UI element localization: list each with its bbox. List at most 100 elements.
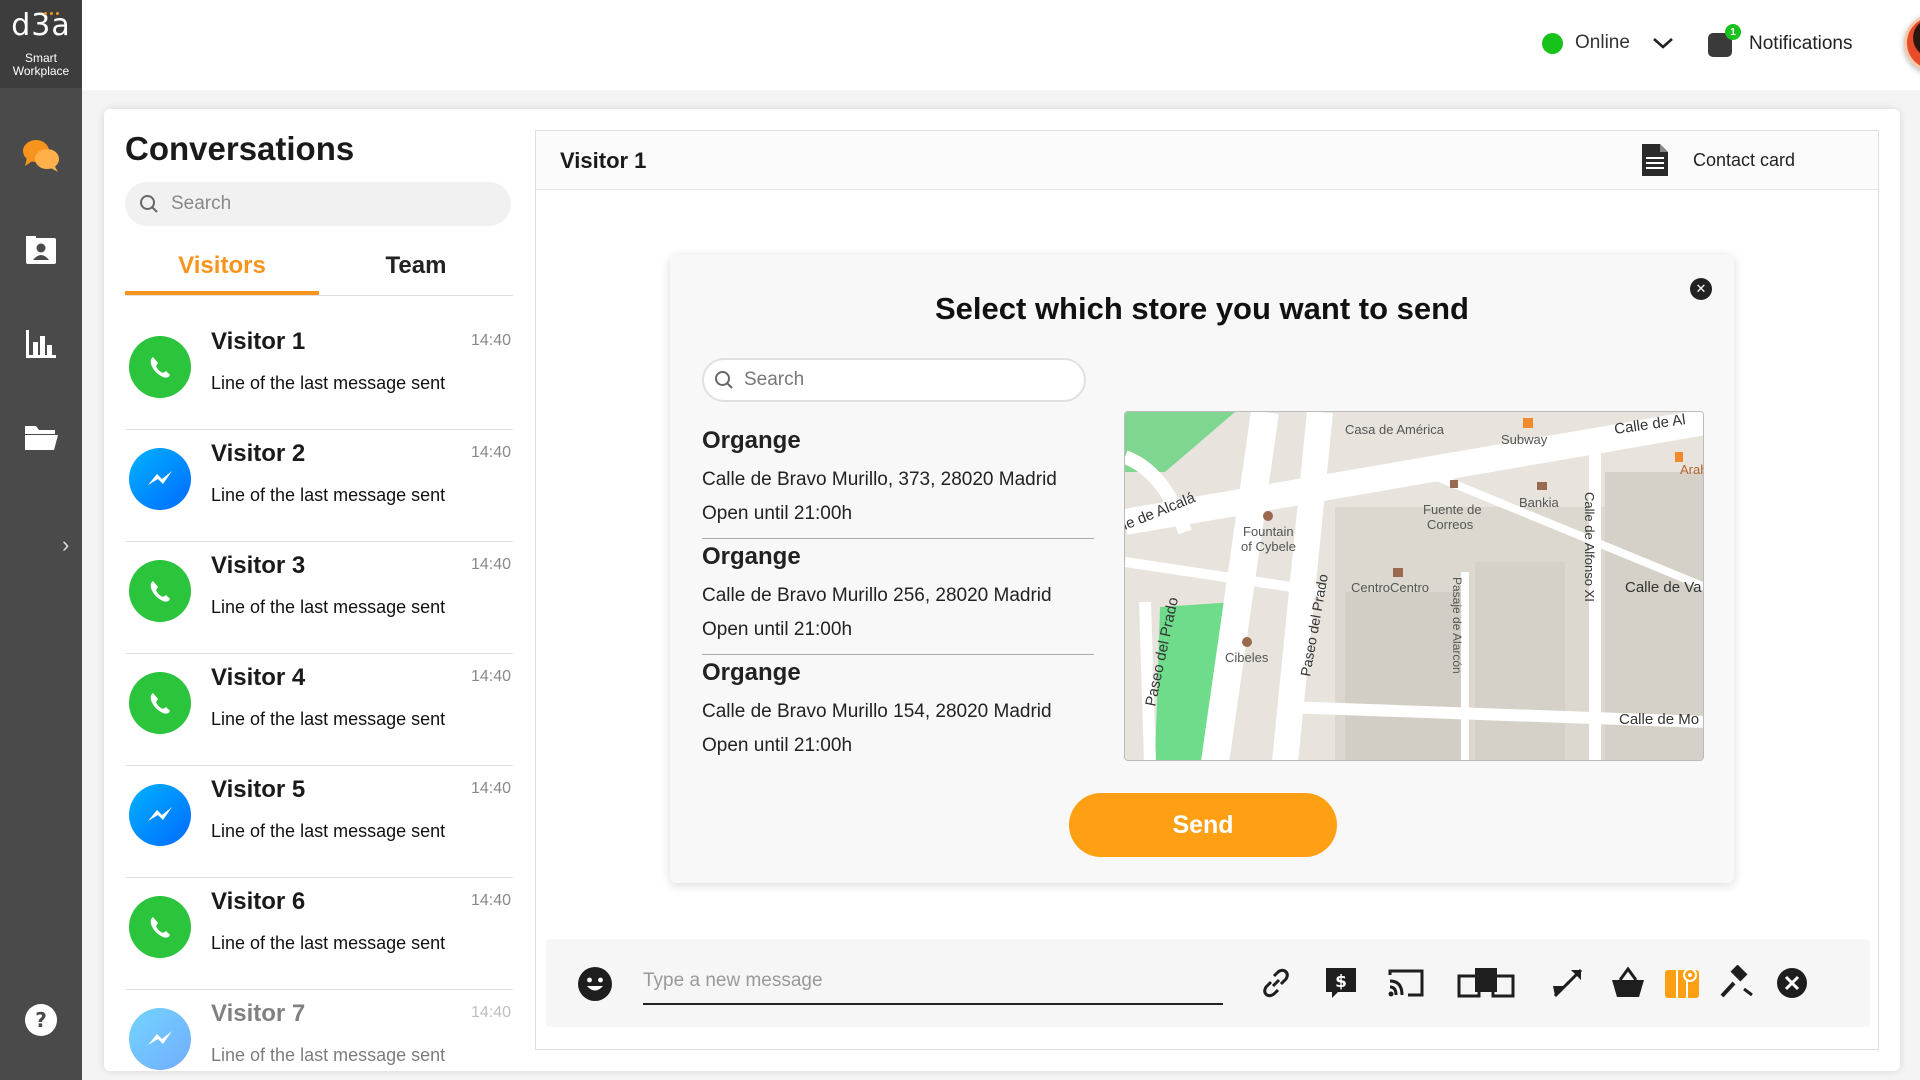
- conversation-last-message: Line of the last message sent: [211, 373, 446, 393]
- message-input[interactable]: [643, 959, 1223, 1005]
- transfer-button[interactable]: [1546, 961, 1590, 1005]
- expand-rail-chevron[interactable]: ›: [62, 532, 69, 558]
- tab-team[interactable]: Team: [319, 248, 513, 295]
- payment-request-button[interactable]: $: [1319, 961, 1363, 1005]
- conversation-time: 14:40: [470, 892, 511, 909]
- map-label: Calle de Alfonso XI: [1582, 492, 1597, 602]
- conversation-name: Visitor 6: [211, 888, 306, 915]
- store-list: Organge Calle de Bravo Murillo, 373, 280…: [702, 423, 1094, 771]
- chat-title: Visitor 1: [560, 148, 647, 173]
- contact-card-label: Contact card: [1693, 149, 1796, 170]
- map-label: CentroCentro: [1351, 580, 1429, 595]
- help-button[interactable]: ?: [22, 1001, 60, 1039]
- status-online-dot: [1542, 32, 1563, 54]
- conversation-name: Visitor 2: [211, 440, 306, 467]
- store-item[interactable]: Organge Calle de Bravo Murillo 154, 2802…: [702, 655, 1094, 771]
- basket-icon: [1612, 966, 1644, 997]
- conversation-list: Visitor 1 14:40 Line of the last message…: [125, 318, 513, 1070]
- nav-item-files[interactable]: [22, 418, 60, 456]
- store-name: Organge: [702, 659, 801, 686]
- conversation-item[interactable]: Visitor 1 14:40 Line of the last message…: [125, 318, 513, 430]
- logo-line-2: Workplace: [12, 64, 70, 78]
- conversation-item[interactable]: Visitor 4 14:40 Line of the last message…: [125, 654, 513, 766]
- logo-mark: d3a: [11, 8, 71, 43]
- auction-icon: [1720, 965, 1753, 998]
- conversation-item[interactable]: Visitor 6 14:40 Line of the last message…: [125, 878, 513, 990]
- cast-button[interactable]: [1384, 961, 1428, 1005]
- conversation-time: 14:40: [470, 780, 511, 797]
- store-address: Calle de Bravo Murillo, 373, 28020 Madri…: [702, 469, 1057, 490]
- app-logo: d3a Smart Workplace: [0, 0, 82, 88]
- send-store-button[interactable]: Send: [1069, 793, 1337, 857]
- whatsapp-icon: [129, 336, 191, 398]
- nav-item-contacts[interactable]: [22, 232, 60, 270]
- tab-visitors[interactable]: Visitors: [125, 248, 319, 295]
- screen-share-icon: [1457, 968, 1515, 998]
- conversation-name: Visitor 5: [211, 776, 306, 803]
- conversations-search-placeholder: Search: [171, 193, 232, 214]
- contact-card-button[interactable]: Contact card: [1641, 143, 1795, 177]
- whatsapp-icon: [129, 560, 191, 622]
- end-chat-icon: [1777, 968, 1807, 998]
- map-pin-icon: [1665, 968, 1699, 998]
- nav-item-statistics[interactable]: [22, 325, 60, 363]
- conversation-name: Visitor 4: [211, 664, 306, 691]
- emoji-button[interactable]: [578, 967, 612, 1001]
- store-address: Calle de Bravo Murillo 154, 28020 Madrid: [702, 701, 1052, 722]
- conversation-time: 14:40: [470, 332, 511, 349]
- search-icon: [140, 195, 158, 213]
- svg-text:?: ?: [35, 1008, 47, 1032]
- basket-button[interactable]: [1606, 961, 1650, 1005]
- map-canvas: Casa de América Subway Calle de Al Arahy…: [1125, 412, 1703, 760]
- messenger-icon: [129, 1008, 191, 1070]
- top-bar: Online 1 Notifications: [82, 0, 1920, 90]
- document-icon: [1642, 144, 1668, 176]
- store-search-placeholder: Search: [744, 369, 805, 390]
- send-location-button[interactable]: [1660, 961, 1704, 1005]
- user-avatar[interactable]: [1904, 14, 1920, 72]
- store-item[interactable]: Organge Calle de Bravo Murillo, 373, 280…: [702, 423, 1094, 539]
- store-map[interactable]: Casa de América Subway Calle de Al Arahy…: [1124, 411, 1704, 761]
- store-search-input[interactable]: Search: [702, 358, 1086, 402]
- status-selector[interactable]: Online: [1542, 32, 1674, 54]
- conversation-time: 14:40: [470, 1004, 511, 1021]
- messenger-icon: [129, 784, 191, 846]
- conversation-last-message: Line of the last message sent: [211, 597, 446, 617]
- nav-item-conversations[interactable]: [22, 137, 60, 175]
- conversation-item[interactable]: Visitor 5 14:40 Line of the last message…: [125, 766, 513, 878]
- conversation-last-message: Line of the last message sent: [211, 485, 446, 505]
- screen-share-button[interactable]: [1456, 961, 1516, 1005]
- conversation-item[interactable]: Visitor 3 14:40 Line of the last message…: [125, 542, 513, 654]
- store-hours: Open until 21:00h: [702, 735, 853, 756]
- conversation-item[interactable]: Visitor 2 14:40 Line of the last message…: [125, 430, 513, 542]
- store-item[interactable]: Organge Calle de Bravo Murillo 256, 2802…: [702, 539, 1094, 655]
- help-icon: ?: [25, 1004, 57, 1036]
- bar-chart-icon: [26, 330, 56, 358]
- message-composer: $: [546, 939, 1870, 1027]
- map-label: Subway: [1501, 432, 1548, 447]
- chevron-down-icon: [1653, 38, 1673, 49]
- map-label: Casa de América: [1345, 422, 1445, 437]
- svg-text:$: $: [1335, 972, 1347, 992]
- map-label: Calle de Va: [1625, 579, 1702, 596]
- notifications-button[interactable]: 1 Notifications: [1707, 24, 1853, 58]
- map-label: of Cybele: [1241, 539, 1296, 554]
- conversation-time: 14:40: [470, 668, 511, 685]
- map-label: Cibeles: [1225, 650, 1269, 665]
- store-hours: Open until 21:00h: [702, 503, 853, 524]
- conversation-last-message: Line of the last message sent: [211, 821, 446, 841]
- store-hours: Open until 21:00h: [702, 619, 853, 640]
- messenger-icon: [129, 448, 191, 510]
- end-chat-button[interactable]: [1770, 961, 1814, 1005]
- modal-close-button[interactable]: ✕: [1690, 278, 1712, 300]
- auction-button[interactable]: [1714, 961, 1758, 1005]
- attach-link-button[interactable]: [1254, 961, 1298, 1005]
- conversation-last-message: Line of the last message sent: [211, 933, 446, 953]
- conversations-search[interactable]: Search: [125, 182, 511, 226]
- store-name: Organge: [702, 543, 801, 570]
- store-picker-modal: Select which store you want to send ✕ Se…: [670, 255, 1734, 883]
- store-address: Calle de Bravo Murillo 256, 28020 Madrid: [702, 585, 1052, 606]
- conversation-tabs: Visitors Team: [125, 248, 513, 296]
- conversation-item[interactable]: Visitor 7 14:40 Line of the last message…: [125, 990, 513, 1070]
- conversation-last-message: Line of the last message sent: [211, 1045, 446, 1065]
